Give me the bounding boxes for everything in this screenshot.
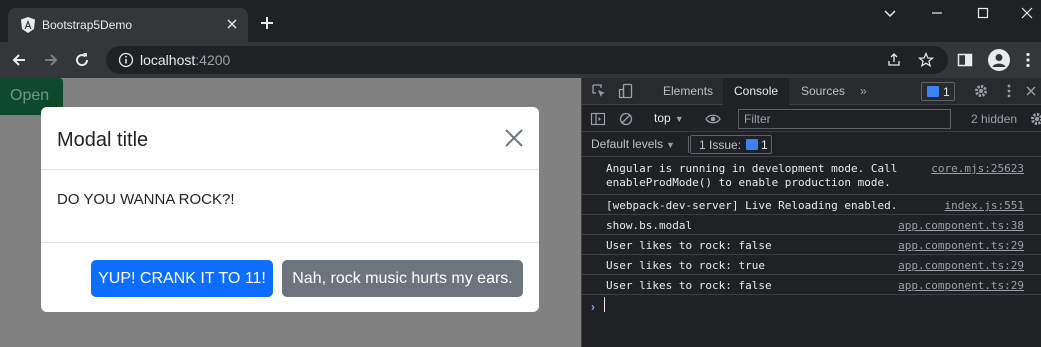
console-message: Angular is running in development mode. … — [582, 158, 1041, 195]
console-message-text: [webpack-dev-server] Live Reloading enab… — [606, 199, 898, 212]
hidden-count: 2 hidden — [971, 112, 1018, 126]
console-message: User likes to rock: false app.component.… — [582, 235, 1041, 255]
side-panel-icon[interactable] — [956, 51, 974, 69]
address-bar[interactable]: localhost:4200 — [106, 46, 948, 74]
console-message-text: User likes to rock: true — [606, 259, 765, 272]
modal-footer: YUP! CRANK IT TO 11! Nah, rock music hur… — [41, 242, 539, 312]
modal-header: Modal title — [41, 107, 539, 170]
eye-icon[interactable] — [705, 111, 721, 127]
message-icon — [927, 86, 939, 97]
modal-dialog: Modal title DO YOU WANNA ROCK?! YUP! CRA… — [41, 107, 539, 312]
console-message: show.bs.modal app.component.ts:38 — [582, 215, 1041, 235]
console-message-text: Angular is running in development mode. … — [606, 162, 898, 189]
modal-title: Modal title — [57, 129, 149, 151]
console-input-cursor[interactable] — [604, 297, 605, 312]
new-tab-icon[interactable] — [258, 14, 276, 32]
console-message-source[interactable]: app.component.ts:29 — [898, 259, 1024, 273]
decline-button[interactable]: Nah, rock music hurts my ears. — [282, 260, 523, 297]
sidebar-toggle-icon[interactable] — [590, 111, 606, 127]
minimize-icon[interactable] — [929, 5, 945, 21]
inspect-element-icon[interactable] — [591, 83, 607, 99]
caret-down-icon: ▼ — [674, 114, 684, 124]
reload-icon[interactable] — [73, 51, 91, 69]
console-message-source[interactable]: app.component.ts:38 — [898, 219, 1024, 233]
console-message-source[interactable]: app.component.ts:29 — [898, 239, 1024, 253]
console-message-text: User likes to rock: false — [606, 279, 772, 292]
console-message: [webpack-dev-server] Live Reloading enab… — [582, 195, 1041, 215]
console-message: User likes to rock: false app.component.… — [582, 275, 1041, 295]
issues-button[interactable]: 1 Issue: 1 — [690, 135, 772, 154]
console-message: User likes to rock: true app.component.t… — [582, 255, 1041, 275]
console-prompt-icon: › — [591, 300, 595, 314]
console-message-text: show.bs.modal — [606, 219, 693, 232]
share-icon[interactable] — [886, 52, 902, 68]
console-levels-bar: Default levels ▼ 1 Issue: 1 — [582, 132, 1041, 157]
menu-kebab-icon[interactable] — [1019, 51, 1037, 69]
levels-dropdown[interactable]: Default levels ▼ — [591, 137, 675, 151]
console-message-source[interactable]: core.mjs:25623 — [931, 162, 1024, 176]
profile-avatar[interactable] — [988, 49, 1010, 71]
url-port: :4200 — [195, 52, 231, 68]
back-icon[interactable] — [10, 51, 28, 69]
url-host: localhost — [140, 52, 196, 68]
console-message-source[interactable]: index.js:551 — [945, 199, 1024, 213]
filter-input[interactable] — [738, 109, 951, 129]
console-message-text: User likes to rock: false — [606, 239, 772, 252]
levels-label: Default levels — [591, 137, 664, 151]
person-icon — [992, 54, 1006, 67]
angular-icon — [21, 17, 35, 33]
messages-badge-count: 1 — [943, 85, 950, 99]
window-close-icon[interactable] — [1019, 5, 1035, 21]
chevron-down-icon[interactable] — [882, 5, 898, 21]
page-viewport: Open Modal title DO YOU WANNA ROCK?! YUP… — [0, 78, 581, 347]
browser-tab[interactable]: Bootstrap5Demo — [8, 8, 248, 42]
browser-titlebar: Bootstrap5Demo — [0, 0, 1041, 42]
info-icon[interactable] — [118, 52, 134, 68]
modal-body: DO YOU WANNA ROCK?! — [57, 191, 235, 208]
star-icon[interactable] — [918, 52, 934, 68]
tab-console[interactable]: Console — [723, 78, 790, 105]
messages-badge[interactable]: 1 — [921, 82, 955, 101]
device-toolbar-icon[interactable] — [618, 83, 634, 99]
close-devtools-icon[interactable] — [1023, 83, 1039, 99]
console-output: Angular is running in development mode. … — [582, 158, 1041, 347]
gear-icon[interactable] — [973, 83, 989, 99]
console-settings-icon[interactable] — [1029, 111, 1041, 127]
context-selector[interactable]: top ▼ — [654, 111, 684, 125]
devtools-tabbar: Elements Console Sources » 1 — [582, 78, 1041, 105]
console-toolbar: top▼ 2 hidden — [582, 106, 1041, 132]
context-label: top — [654, 111, 671, 125]
browser-toolbar: localhost:4200 — [0, 42, 1041, 78]
maximize-icon[interactable] — [975, 5, 991, 21]
close-icon[interactable] — [503, 127, 525, 149]
devtools-panel: Elements Console Sources » 1 top ▼ Filte… — [581, 78, 1041, 347]
kebab-menu-icon[interactable] — [1001, 83, 1017, 99]
divider — [688, 136, 689, 153]
crank-it-button[interactable]: YUP! CRANK IT TO 11! — [91, 260, 273, 297]
forward-icon[interactable] — [42, 51, 60, 69]
clear-console-icon[interactable] — [618, 111, 634, 127]
close-icon[interactable] — [224, 16, 240, 32]
console-message-source[interactable]: app.component.ts:29 — [898, 279, 1024, 293]
issues-label: 1 Issue: — [699, 138, 742, 152]
more-tabs-icon[interactable]: » — [860, 84, 867, 98]
issues-count: 1 — [761, 138, 768, 152]
tab-title: Bootstrap5Demo — [42, 18, 133, 32]
tab-elements[interactable]: Elements — [652, 78, 724, 105]
issue-icon — [746, 139, 758, 150]
tab-sources[interactable]: Sources — [790, 78, 856, 105]
caret-down-icon: ▼ — [666, 140, 675, 150]
url-text: localhost:4200 — [140, 52, 230, 68]
